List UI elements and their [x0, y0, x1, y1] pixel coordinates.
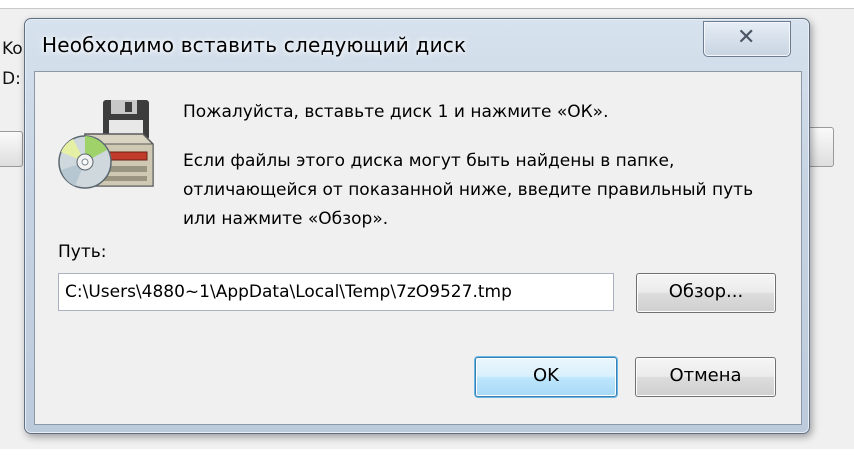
close-button[interactable]: ✕ [703, 21, 791, 57]
cancel-button[interactable]: Отмена [635, 357, 776, 397]
close-icon: ✕ [737, 25, 756, 50]
background-label: D: [2, 69, 21, 89]
background-control [0, 131, 23, 167]
hint-text: Если файлы этого диска могут быть найден… [183, 151, 754, 229]
background-control [806, 127, 834, 167]
disk-drive-icon [58, 100, 154, 189]
background-label: Ko [2, 39, 23, 59]
path-label: Путь: [58, 242, 107, 262]
dialog-client-area: Пожалуйста, вставьте диск 1 и нажмите «О… [34, 71, 802, 425]
browse-button[interactable]: Обзор... [636, 273, 776, 313]
path-input[interactable]: C:\Users\4880~1\AppData\Local\Temp\7zO95… [58, 273, 614, 311]
instruction-text: Пожалуйста, вставьте диск 1 и нажмите «О… [183, 102, 609, 122]
dialog-title: Необходимо вставить следующий диск [42, 33, 467, 57]
ok-button[interactable]: OK [475, 357, 617, 397]
insert-disk-dialog: Необходимо вставить следующий диск ✕ Пож… [24, 18, 810, 434]
